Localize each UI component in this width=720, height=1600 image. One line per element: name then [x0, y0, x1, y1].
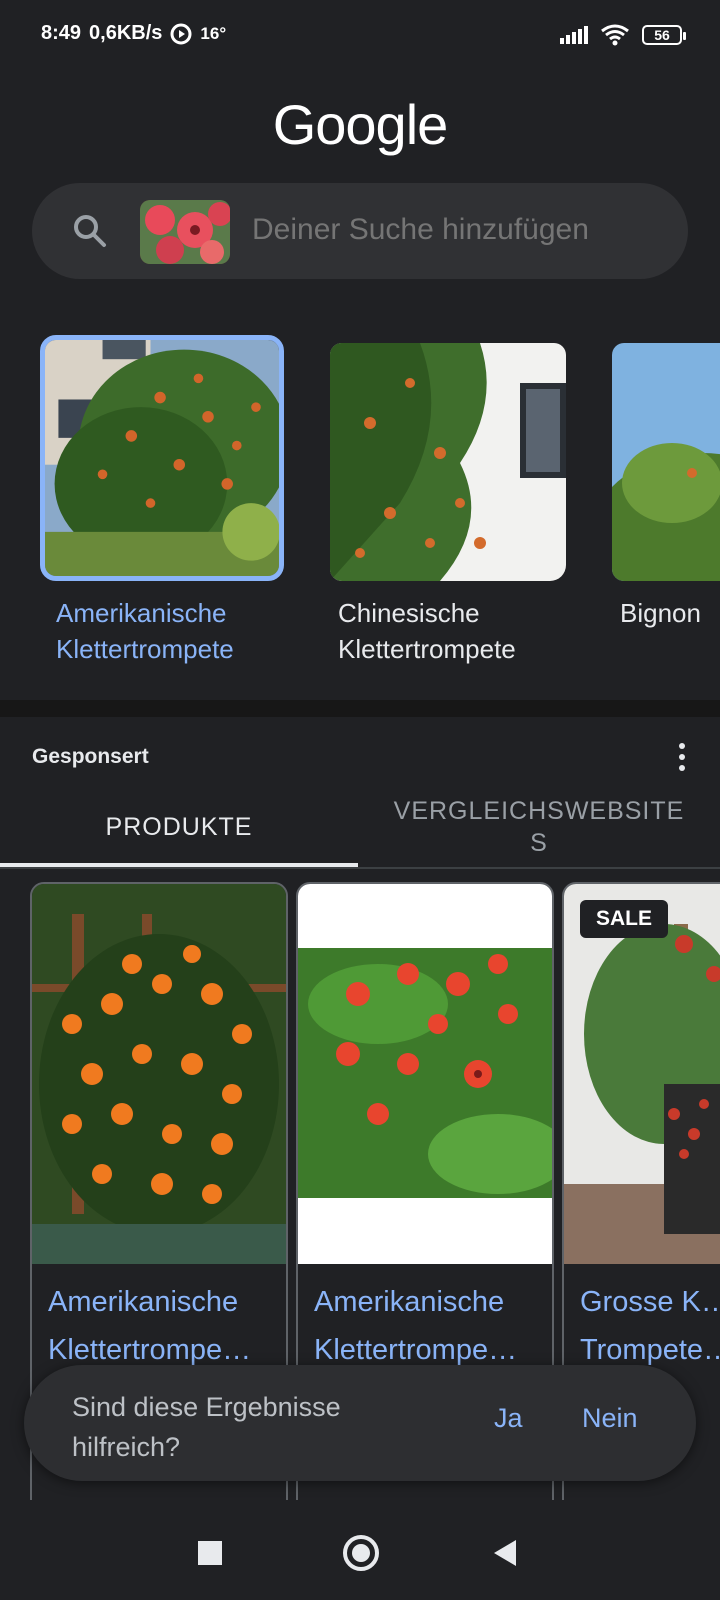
related-item-bignonia[interactable]: Bignon: [604, 335, 720, 631]
status-temp: 16°: [200, 23, 227, 43]
status-bar: 8:49 0,6KB/s 16° 56: [0, 0, 720, 70]
sponsored-tabs: PRODUKTE VERGLEICHSWEBSITES: [0, 787, 720, 869]
related-searches-carousel[interactable]: Amerikanische Klettertrompete Chinesisch…: [0, 335, 720, 700]
google-logo: Google: [272, 93, 449, 156]
status-speed: 0,6KB/s: [89, 22, 163, 44]
battery-icon: 56: [642, 25, 686, 45]
search-input[interactable]: [252, 213, 672, 247]
related-item-image[interactable]: [40, 335, 284, 581]
tab-vergleichswebsites-label[interactable]: VERGLEICHSWEBSITES: [389, 795, 689, 859]
product-image[interactable]: [298, 884, 552, 1264]
tab-vergleichswebsites[interactable]: VERGLEICHSWEBSITES: [358, 787, 720, 867]
search-image-thumbnail[interactable]: [140, 200, 230, 264]
related-item-chinesische[interactable]: Chinesische Klettertrompete: [322, 335, 566, 667]
battery-level: 56: [654, 27, 670, 43]
home-icon[interactable]: [343, 1535, 379, 1571]
status-right: 56: [560, 24, 686, 46]
tab-produkte[interactable]: PRODUKTE: [0, 787, 358, 867]
active-tab-indicator: [0, 863, 358, 867]
feedback-no-button[interactable]: Nein: [582, 1403, 638, 1434]
media-icon: [170, 23, 192, 44]
related-item-label[interactable]: Chinesische Klettertrompete: [322, 595, 566, 667]
related-item-image[interactable]: [322, 335, 566, 581]
feedback-question: Sind diese Ergebnisse hilfreich?: [72, 1392, 341, 1462]
system-nav-bar: [0, 1500, 720, 1600]
sponsored-label: Gesponsert: [32, 745, 149, 768]
related-item-amerikanische[interactable]: Amerikanische Klettertrompete: [40, 335, 284, 667]
product-image[interactable]: SALE: [564, 884, 720, 1264]
related-item-label[interactable]: Amerikanische Klettertrompete: [40, 595, 284, 667]
sale-badge: SALE: [580, 900, 669, 938]
recents-icon[interactable]: [198, 1541, 222, 1565]
search-bar[interactable]: [32, 183, 688, 279]
related-item-label[interactable]: Bignon: [604, 595, 720, 631]
feedback-yes-button[interactable]: Ja: [494, 1403, 523, 1434]
section-divider: [0, 700, 720, 717]
related-item-image[interactable]: [604, 335, 720, 581]
wifi-icon: [601, 24, 629, 46]
status-time: 8:49: [41, 22, 82, 44]
status-left: 8:49 0,6KB/s 16°: [41, 22, 226, 45]
more-options-icon[interactable]: [678, 743, 686, 771]
signal-icon: [560, 26, 588, 44]
search-icon[interactable]: [72, 213, 108, 249]
feedback-prompt: Sind diese Ergebnisse hilfreich? Ja Nein: [24, 1365, 696, 1481]
product-image[interactable]: [32, 884, 286, 1264]
back-icon[interactable]: [494, 1540, 516, 1566]
